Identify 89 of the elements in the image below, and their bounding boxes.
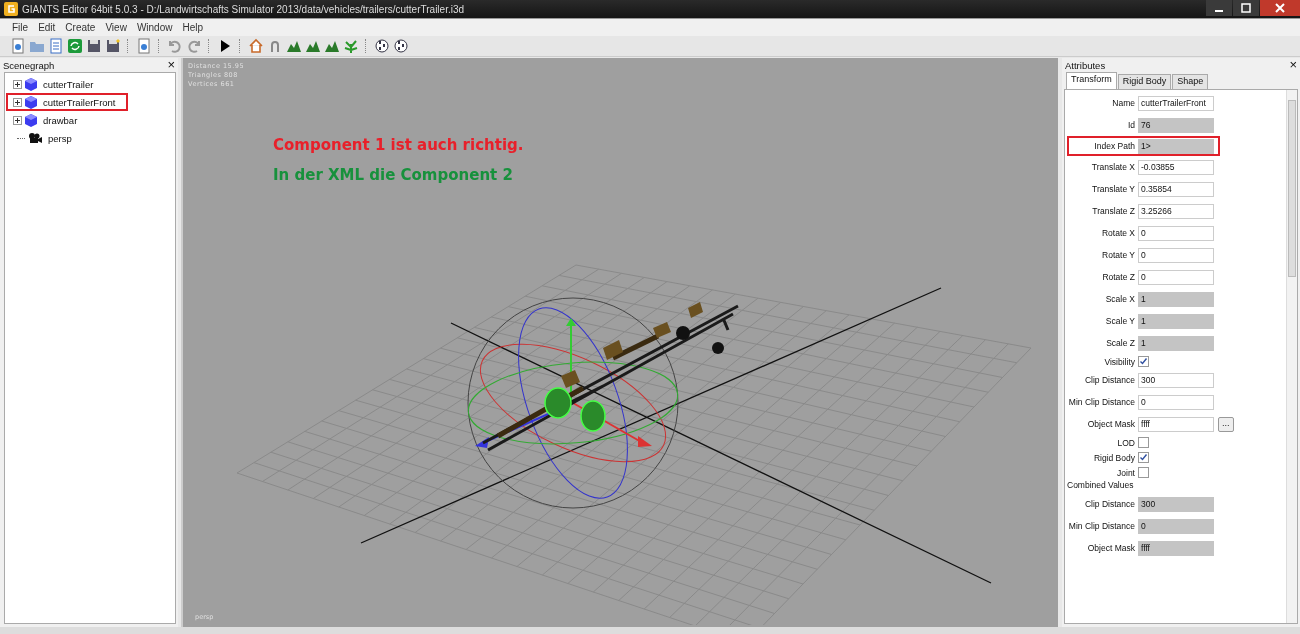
input-field[interactable]: -0.03855: [1138, 159, 1214, 175]
checkbox-label: Joint: [1116, 467, 1136, 478]
save-as-icon[interactable]: [105, 38, 121, 54]
field-label: Scale Z: [1105, 338, 1136, 348]
field-label: Scale Y: [1104, 316, 1136, 326]
menu-item[interactable]: Edit: [38, 22, 56, 33]
cube-icon: [25, 113, 37, 127]
menu-item[interactable]: Window: [136, 22, 173, 33]
field-label: Object Mask: [1086, 419, 1136, 429]
menu-item[interactable]: View: [105, 22, 127, 33]
field-label: Name: [1111, 98, 1136, 108]
field-label: Index Path: [1093, 141, 1136, 151]
close-icon[interactable]: [1260, 0, 1300, 16]
field-label: Rotate Y: [1101, 250, 1136, 260]
input-field[interactable]: 3.25266: [1138, 203, 1214, 219]
panel-title: Scenegraph: [3, 59, 55, 71]
input-field[interactable]: 300: [1138, 496, 1214, 512]
checkbox[interactable]: [1138, 452, 1149, 463]
tree-item[interactable]: persp: [6, 129, 74, 147]
expand-icon[interactable]: [13, 115, 22, 125]
tree-item[interactable]: cutterTrailerFront: [6, 93, 128, 111]
input-field[interactable]: ffff: [1138, 540, 1214, 556]
checkbox-label: Visibility: [1103, 356, 1136, 367]
maximize-icon[interactable]: [1233, 0, 1259, 16]
browse-button[interactable]: ...: [1218, 416, 1234, 432]
input-field[interactable]: 1: [1138, 291, 1214, 307]
list-icon[interactable]: [48, 38, 64, 54]
input-field[interactable]: 0: [1138, 394, 1214, 410]
field-label: Clip Distance: [1083, 375, 1136, 385]
input-field[interactable]: 0: [1138, 269, 1214, 285]
input-field[interactable]: 0: [1138, 518, 1214, 534]
tab[interactable]: Transform: [1066, 72, 1117, 89]
input-field[interactable]: 1: [1138, 335, 1214, 351]
input-field[interactable]: cutterTrailerFront: [1138, 95, 1214, 111]
close-button[interactable]: ×: [1289, 59, 1297, 71]
checker-sphere-icon[interactable]: [374, 38, 390, 54]
input-field[interactable]: 0: [1138, 225, 1214, 241]
checkbox[interactable]: [1138, 467, 1149, 478]
window-title: GIANTS Editor 64bit 5.0.3 - D:/Landwirtschafts Simulator 2013/data/vehicles/trailers/cutterTrailer.i3d: [22, 3, 466, 15]
field-label: Min Clip Distance: [1069, 521, 1136, 531]
field-label: Rotate Z: [1101, 272, 1136, 282]
input-field[interactable]: 0: [1138, 247, 1214, 263]
new-file-icon[interactable]: [10, 38, 26, 54]
input-field[interactable]: ffff: [1138, 416, 1214, 432]
field-label: Min Clip Distance: [1069, 397, 1136, 407]
tab[interactable]: Shape: [1172, 74, 1209, 89]
app-logo-icon: [4, 2, 18, 16]
checkbox-label: LOD: [1116, 437, 1136, 448]
field-label: Translate Z: [1091, 206, 1136, 216]
close-button[interactable]: ×: [167, 59, 175, 71]
field-label: Translate X: [1090, 162, 1136, 172]
section-heading: Combined Values: [1066, 480, 1135, 492]
checkbox-label: Rigid Body: [1092, 452, 1136, 463]
camera-icon: [28, 132, 42, 144]
annotation-text: In der XML die Component 2: [273, 166, 514, 184]
field-label: Scale X: [1104, 294, 1136, 304]
plant-icon[interactable]: [343, 38, 359, 54]
field-label: Translate Y: [1091, 184, 1136, 194]
input-field[interactable]: 0.35854: [1138, 181, 1214, 197]
checkbox[interactable]: [1138, 356, 1149, 367]
input-field[interactable]: 76: [1138, 117, 1214, 133]
input-field[interactable]: 1: [1138, 313, 1214, 329]
cube-icon: [25, 77, 37, 91]
tree-item[interactable]: cutterTrailer: [6, 75, 96, 93]
expand-icon[interactable]: [13, 79, 22, 89]
undo-icon[interactable]: [167, 38, 183, 54]
menu-item[interactable]: Help: [182, 22, 204, 33]
tab[interactable]: Rigid Body: [1117, 74, 1172, 89]
field-label: Object Mask: [1086, 543, 1136, 553]
menu-item[interactable]: Create: [65, 22, 96, 33]
field-label: Rotate X: [1100, 228, 1136, 238]
refresh-icon[interactable]: [67, 38, 83, 54]
save-icon[interactable]: [86, 38, 102, 54]
panel-title: Attributes: [1065, 59, 1106, 71]
expand-icon[interactable]: [13, 97, 22, 107]
tree-item[interactable]: drawbar: [6, 111, 80, 129]
redo-icon[interactable]: [186, 38, 202, 54]
input-field[interactable]: 300: [1138, 372, 1214, 388]
field-label: Id: [1126, 120, 1136, 130]
scrollbar[interactable]: [1286, 90, 1297, 623]
annotation-text: Component 1 ist auch richtig.: [273, 136, 524, 154]
checkbox[interactable]: [1138, 437, 1149, 448]
checker-sphere-icon[interactable]: [393, 38, 409, 54]
field-label: Clip Distance: [1083, 499, 1136, 509]
home-icon[interactable]: [248, 38, 264, 54]
menu-item[interactable]: File: [12, 22, 29, 33]
input-field[interactable]: 1>: [1138, 138, 1214, 154]
cube-icon: [25, 95, 37, 109]
minimize-icon[interactable]: [1206, 0, 1232, 16]
